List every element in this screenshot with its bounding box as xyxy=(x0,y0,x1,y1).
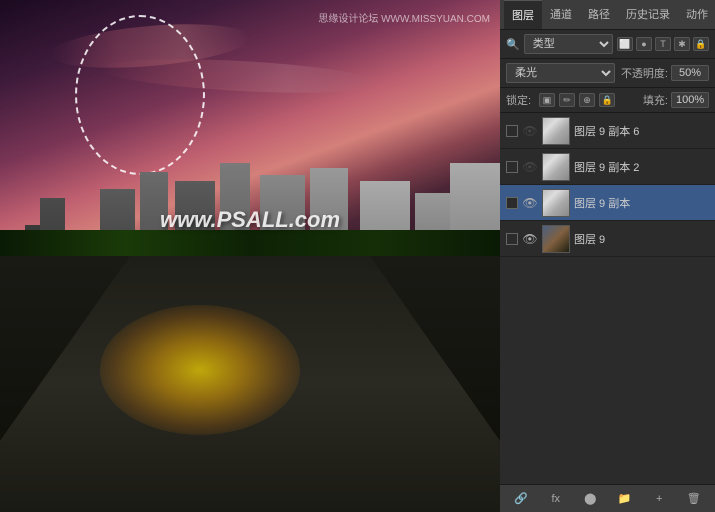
watermark-top: 思缘设计论坛 WWW.MISSYUAN.COM xyxy=(318,10,490,25)
layer-thumb xyxy=(542,225,570,253)
lock-transparent-btn[interactable]: ▣ xyxy=(539,93,555,107)
photo-scene: 思缘设计论坛 WWW.MISSYUAN.COM www.PSALL.com xyxy=(0,0,500,512)
adjustment-icon[interactable]: ⬤ xyxy=(580,490,600,508)
lock-paint-btn[interactable]: ✏ xyxy=(559,93,575,107)
layer-visibility-icon[interactable]: 👁 xyxy=(522,195,538,211)
tab-actions[interactable]: 动作 xyxy=(678,0,715,29)
lock-label: 锁定: xyxy=(506,92,531,108)
lock-row: 锁定: ▣ ✏ ⊕ 🔒 填充: 100% xyxy=(500,88,715,113)
layer-name: 图层 9 副本 2 xyxy=(574,159,709,175)
lock-all-btn[interactable]: 🔒 xyxy=(599,93,615,107)
tab-channels[interactable]: 通道 xyxy=(542,0,580,29)
panel-bottom: 🔗 fx ⬤ 📁 + 🗑 xyxy=(500,484,715,512)
link-icon[interactable]: 🔗 xyxy=(511,490,531,508)
tab-layers[interactable]: 图层 xyxy=(504,0,542,29)
tab-paths[interactable]: 路径 xyxy=(580,0,618,29)
layer-thumb xyxy=(542,189,570,217)
fill-control: 填充: 100% xyxy=(643,92,709,108)
filter-icon: 🔍 xyxy=(506,38,520,51)
filter-select[interactable]: 类型 xyxy=(524,34,613,54)
filter-icon-btn-1[interactable]: ⬜ xyxy=(617,37,633,51)
selection-circle xyxy=(75,15,205,175)
fill-value[interactable]: 100% xyxy=(671,92,709,108)
layer-list: 👁 图层 9 副本 6 👁 图层 9 副本 2 👁 xyxy=(500,113,715,484)
watermark-text: www.PSALL.com xyxy=(160,207,340,233)
layer-thumb xyxy=(542,153,570,181)
filter-icon-btn-4[interactable]: ✱ xyxy=(674,37,690,51)
layers-content: 🔍 类型 ⬜ ● T ✱ 🔒 柔光 不透明度: 50% 锁定: xyxy=(500,30,715,512)
lock-icons: ▣ ✏ ⊕ 🔒 xyxy=(539,93,615,107)
layer-name: 图层 9 xyxy=(574,231,709,247)
thumb-inner xyxy=(543,118,569,144)
layer-thumb xyxy=(542,117,570,145)
opacity-value[interactable]: 50% xyxy=(671,65,709,81)
layer-item[interactable]: 👁 图层 9 副本 6 xyxy=(500,113,715,149)
thumb-inner xyxy=(543,154,569,180)
layer-visibility-icon[interactable]: 👁 xyxy=(522,231,538,247)
blend-mode-select[interactable]: 柔光 xyxy=(506,63,615,83)
folder-icon[interactable]: 📁 xyxy=(615,490,635,508)
layer-checkbox[interactable] xyxy=(506,125,518,137)
opacity-control: 不透明度: 50% xyxy=(621,65,709,81)
new-layer-icon[interactable]: + xyxy=(649,490,669,508)
layer-checkbox[interactable] xyxy=(506,161,518,173)
layer-item[interactable]: 👁 图层 9 副本 2 xyxy=(500,149,715,185)
lock-move-btn[interactable]: ⊕ xyxy=(579,93,595,107)
filter-icon-btn-5[interactable]: 🔒 xyxy=(693,37,709,51)
delete-icon[interactable]: 🗑 xyxy=(684,490,704,508)
layer-name: 图层 9 副本 xyxy=(574,195,709,211)
layer-name: 图层 9 副本 6 xyxy=(574,123,709,139)
filter-row: 🔍 类型 ⬜ ● T ✱ 🔒 xyxy=(500,30,715,59)
filter-icon-btn-2[interactable]: ● xyxy=(636,37,652,51)
panel-tabs: 图层 通道 路径 历史记录 动作 xyxy=(500,0,715,30)
yellow-glow xyxy=(100,305,300,435)
panels: 图层 通道 路径 历史记录 动作 🔍 类型 ⬜ ● T ✱ 🔒 柔光 xyxy=(500,0,715,512)
fill-label: 填充: xyxy=(643,92,668,108)
blend-row: 柔光 不透明度: 50% xyxy=(500,59,715,88)
layer-visibility-icon[interactable]: 👁 xyxy=(522,159,538,175)
layer-item-selected[interactable]: 👁 图层 9 副本 xyxy=(500,185,715,221)
canvas-area: 思缘设计论坛 WWW.MISSYUAN.COM www.PSALL.com xyxy=(0,0,500,512)
layer-checkbox[interactable] xyxy=(506,197,518,209)
layer-visibility-icon[interactable]: 👁 xyxy=(522,123,538,139)
filter-icon-btn-3[interactable]: T xyxy=(655,37,671,51)
layer-item[interactable]: 👁 图层 9 xyxy=(500,221,715,257)
fx-icon[interactable]: fx xyxy=(546,490,566,508)
tab-history[interactable]: 历史记录 xyxy=(618,0,678,29)
opacity-label: 不透明度: xyxy=(621,65,668,81)
thumb-inner xyxy=(543,226,569,252)
thumb-inner xyxy=(543,190,569,216)
filter-icons-group: ⬜ ● T ✱ 🔒 xyxy=(617,37,709,51)
layer-checkbox[interactable] xyxy=(506,233,518,245)
